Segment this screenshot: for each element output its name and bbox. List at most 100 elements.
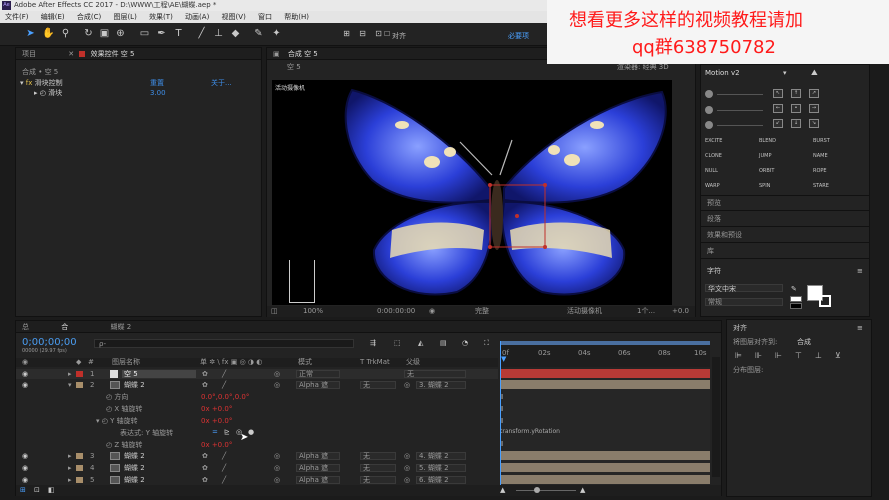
menu-edit[interactable]: 编辑(E) — [41, 13, 65, 21]
anchor-tl-button[interactable]: ↖ — [773, 89, 783, 98]
label-color-swatch[interactable] — [76, 465, 83, 471]
slider-property-row[interactable]: ▸ ◴ 滑块 — [34, 89, 62, 98]
label-color-swatch[interactable] — [76, 477, 83, 483]
orbit-button[interactable]: ORBIT — [759, 167, 774, 176]
layer-name[interactable]: 蝴蝶 2 — [124, 451, 145, 462]
snap-checkbox[interactable]: ☐ — [384, 30, 390, 38]
parent-dropdown[interactable]: 6. 蝴蝶 2 — [416, 476, 466, 484]
time-ruler[interactable]: 0f 02s 04s 06s 08s 10s ▼ — [500, 341, 710, 367]
switch-shy-icon[interactable]: ✿ — [202, 380, 208, 390]
handle-icon[interactable] — [705, 121, 713, 129]
jump-button[interactable]: JUMP — [759, 152, 771, 161]
layer-row-4[interactable]: ◉ ▸ 4 蝴蝶 2 ✿ ╱ ◎ Alpha 遮 无 ◎ 5. 蝴蝶 2 — [16, 463, 498, 474]
zoom-slider-handle[interactable] — [534, 487, 540, 493]
work-area-bar[interactable] — [500, 341, 710, 345]
slider-track[interactable] — [717, 125, 763, 126]
tab-composition[interactable]: 合成 空 5 — [288, 50, 318, 58]
layer-row-3[interactable]: ◉ ▸ 3 蝴蝶 2 ✿ ╱ ◎ Alpha 遮 无 ◎ 4. 蝴蝶 2 — [16, 451, 498, 462]
eraser-tool-icon[interactable]: ◆ — [229, 27, 242, 40]
type-tool-icon[interactable]: T — [172, 27, 185, 40]
stopwatch-icon[interactable]: ◴ — [106, 441, 112, 449]
shy-icon[interactable]: ◭ — [418, 339, 423, 347]
clone-stamp-tool-icon[interactable]: ⊥ — [212, 27, 225, 40]
pickwhip-icon[interactable]: ◎ — [404, 380, 410, 390]
timecode-display[interactable]: 0:00:00:00 — [377, 306, 415, 317]
motion-blur-icon[interactable]: ◔ — [462, 339, 468, 347]
expand-arrow-icon[interactable]: ▸ — [68, 451, 72, 462]
expand-arrow-icon[interactable]: ▸ — [34, 89, 38, 97]
zoom-tool-icon[interactable]: ⚲ — [59, 27, 72, 40]
parent-dropdown[interactable]: 3. 蝴蝶 2 — [416, 381, 466, 389]
expression-graph-icon[interactable]: ⊵ — [224, 428, 230, 436]
views-dropdown[interactable]: 1个... — [637, 306, 655, 317]
expression-enable-icon[interactable]: = — [212, 428, 218, 436]
zoom-in-icon[interactable]: ▲ — [580, 485, 585, 496]
toggle-switches-icon[interactable]: ⊞ — [20, 485, 26, 496]
3d-layer-icon[interactable]: ◎ — [274, 369, 280, 379]
vertical-scrollbar[interactable] — [712, 357, 720, 477]
menu-window[interactable]: 窗口 — [258, 13, 272, 21]
prop-value[interactable]: 0.0°,0.0°,0.0° — [201, 392, 249, 402]
layer-duration-bar[interactable] — [500, 475, 710, 484]
panel-menu-icon[interactable]: ▾ — [783, 69, 787, 77]
tab-project[interactable]: 项目 — [22, 50, 36, 58]
expand-arrow-icon[interactable]: ▾ — [68, 380, 72, 390]
current-time-indicator[interactable] — [500, 341, 501, 491]
pan-behind-tool-icon[interactable]: ⊕ — [114, 27, 127, 40]
keyframe-marker-icon[interactable]: I — [501, 440, 503, 448]
label-color-swatch[interactable] — [76, 453, 83, 459]
rope-button[interactable]: ROPE — [813, 167, 827, 176]
panel-menu-icon[interactable]: ≡ — [857, 324, 863, 332]
world-axis-icon[interactable]: ⊟ — [356, 27, 369, 40]
align-to-dropdown[interactable]: 合成 — [797, 338, 811, 347]
toggle-in-out-icon[interactable]: ◧ — [48, 485, 55, 496]
exposure-value[interactable]: +0.0 — [672, 306, 689, 317]
rotate-tool-icon[interactable]: ↻ — [82, 27, 95, 40]
eye-icon[interactable]: ◉ — [22, 463, 28, 474]
brush-tool-icon[interactable]: ╱ — [195, 27, 208, 40]
parent-dropdown[interactable]: 无 — [404, 370, 466, 378]
effect-row[interactable]: ▾ fx 滑块控制 — [20, 79, 63, 88]
layer-name[interactable]: 蝴蝶 2 — [124, 380, 145, 390]
slider-value[interactable]: 3.00 — [150, 89, 166, 98]
trkmat-dropdown[interactable]: 无 — [360, 381, 396, 389]
layer-duration-bar[interactable] — [500, 369, 710, 378]
stopwatch-icon[interactable]: ◴ — [102, 417, 108, 425]
trkmat-dropdown[interactable]: 无 — [360, 464, 396, 472]
label-color-swatch[interactable] — [76, 382, 83, 388]
expression-row[interactable]: 表达式: Y 轴旋转 — [120, 428, 173, 438]
comp-mini-flowchart-icon[interactable]: ⇶ — [370, 339, 376, 347]
prop-orientation[interactable]: ◴ 方向 — [106, 392, 128, 402]
font-family-dropdown[interactable]: 华文中宋 — [705, 284, 783, 293]
camera-dropdown[interactable]: 活动摄像机 — [567, 306, 602, 317]
section-effects-presets[interactable]: 效果和预设 — [707, 231, 742, 240]
section-preview[interactable]: 预览 — [707, 199, 721, 208]
handle-icon[interactable] — [705, 90, 713, 98]
anchor-l-button[interactable]: ← — [773, 104, 783, 113]
graph-editor-icon[interactable]: ⛶ — [484, 339, 489, 348]
section-library[interactable]: 库 — [707, 247, 714, 256]
3d-layer-icon[interactable]: ◎ — [274, 451, 280, 462]
snapshot-icon[interactable]: ◉ — [429, 306, 435, 317]
null-button[interactable]: NULL — [705, 167, 718, 176]
zoom-dropdown[interactable]: 100% — [303, 306, 323, 317]
track-area[interactable]: I I I transform.yRotation I — [500, 369, 710, 491]
tab-total[interactable]: 总 — [22, 323, 29, 331]
expand-arrow-icon[interactable]: ▾ — [96, 417, 100, 425]
switch-quality-icon[interactable]: ╱ — [222, 463, 226, 474]
menu-animation[interactable]: 动画(A) — [185, 13, 209, 21]
expand-arrow-icon[interactable]: ▾ — [20, 79, 24, 87]
rectangle-tool-icon[interactable]: ▭ — [138, 27, 151, 40]
mode-dropdown[interactable]: 正常 — [296, 370, 340, 378]
switch-quality-icon[interactable]: ╱ — [222, 380, 226, 390]
stroke-color-swatch[interactable] — [790, 303, 802, 309]
layer-row-1[interactable]: ◉ ▸ 1 空 5 ✿ ╱ ◎ 正常 无 — [16, 369, 498, 379]
name-button[interactable]: NAME — [813, 152, 828, 161]
parent-dropdown[interactable]: 5. 蝴蝶 2 — [416, 464, 466, 472]
comp-sub-tab[interactable]: 空 5 — [287, 63, 301, 71]
stopwatch-icon[interactable]: ◴ — [40, 89, 46, 97]
section-character[interactable]: 字符 — [707, 267, 721, 276]
eye-icon[interactable]: ◉ — [22, 380, 28, 390]
align-top-icon[interactable]: ⊤ — [795, 351, 802, 360]
always-preview-icon[interactable]: ◫ — [271, 306, 278, 317]
